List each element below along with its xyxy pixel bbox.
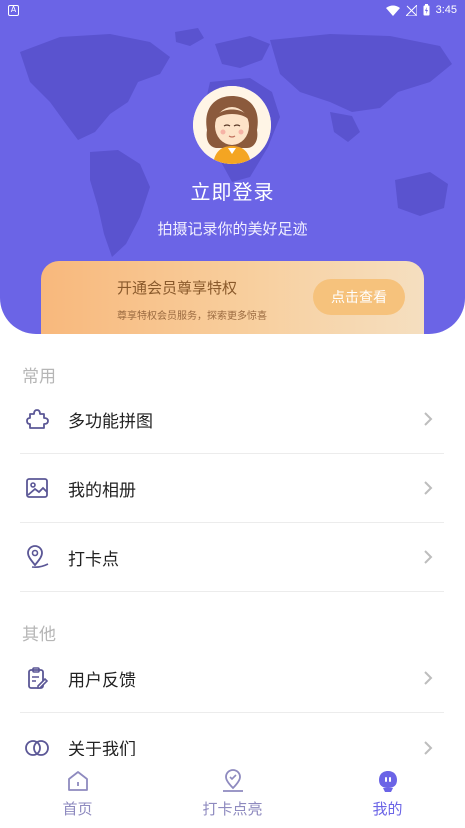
map-checkin-icon (222, 769, 243, 792)
battery-icon (423, 4, 430, 16)
row-label: 用户反馈 (68, 670, 136, 691)
profile-icon (378, 771, 397, 792)
image-icon (22, 473, 52, 503)
nav-home[interactable]: 首页 (0, 756, 155, 828)
status-time: 3:45 (435, 4, 457, 16)
user-avatar[interactable] (193, 86, 271, 164)
girl-avatar-icon (193, 86, 271, 164)
profile-header: 立即登录 拍摄记录你的美好足迹 开通会员尊享特权 尊享特权会员服务，探索更多惊喜… (0, 0, 465, 334)
row-checkin-spot[interactable]: 打卡点 (20, 523, 444, 592)
location-pin-icon (22, 542, 52, 572)
wifi-icon (385, 5, 400, 16)
chevron-right-icon (424, 550, 433, 564)
mine-screen: 立即登录 拍摄记录你的美好足迹 开通会员尊享特权 尊享特权会员服务，探索更多惊喜… (0, 0, 465, 828)
row-multi-collage[interactable]: 多功能拼图 (20, 385, 444, 454)
chevron-right-icon (424, 412, 433, 426)
clipboard-edit-icon (22, 663, 52, 693)
vip-title: 开通会员尊享特权 (117, 279, 238, 297)
app-notification-icon: A (8, 4, 19, 16)
signal-off-icon (405, 4, 417, 16)
row-label: 我的相册 (68, 480, 136, 501)
bottom-nav: 首页 打卡点亮 我的 (0, 756, 465, 828)
section-title-other: 其他 (22, 625, 56, 645)
vip-view-button[interactable]: 点击查看 (313, 279, 405, 315)
status-bar: A 3:45 (0, 0, 465, 20)
row-feedback[interactable]: 用户反馈 (20, 644, 444, 713)
login-title[interactable]: 立即登录 (0, 176, 465, 205)
home-icon (67, 771, 88, 791)
nav-mine[interactable]: 我的 (310, 756, 465, 828)
chevron-right-icon (424, 481, 433, 495)
nav-label: 我的 (372, 800, 403, 818)
row-label: 多功能拼图 (68, 411, 153, 432)
nav-label: 打卡点亮 (202, 800, 263, 818)
chevron-right-icon (424, 671, 433, 685)
vip-description: 尊享特权会员服务，探索更多惊喜 (117, 311, 267, 322)
vip-card[interactable]: 开通会员尊享特权 尊享特权会员服务，探索更多惊喜 点击查看 (41, 261, 424, 334)
row-my-album[interactable]: 我的相册 (20, 454, 444, 523)
nav-label: 首页 (62, 800, 93, 818)
nav-checkin[interactable]: 打卡点亮 (155, 756, 310, 828)
chevron-right-icon (424, 740, 433, 755)
section-title-common: 常用 (22, 367, 56, 387)
row-label: 打卡点 (68, 549, 119, 570)
puzzle-icon (22, 404, 52, 434)
login-subtitle: 拍摄记录你的美好足迹 (157, 220, 308, 238)
